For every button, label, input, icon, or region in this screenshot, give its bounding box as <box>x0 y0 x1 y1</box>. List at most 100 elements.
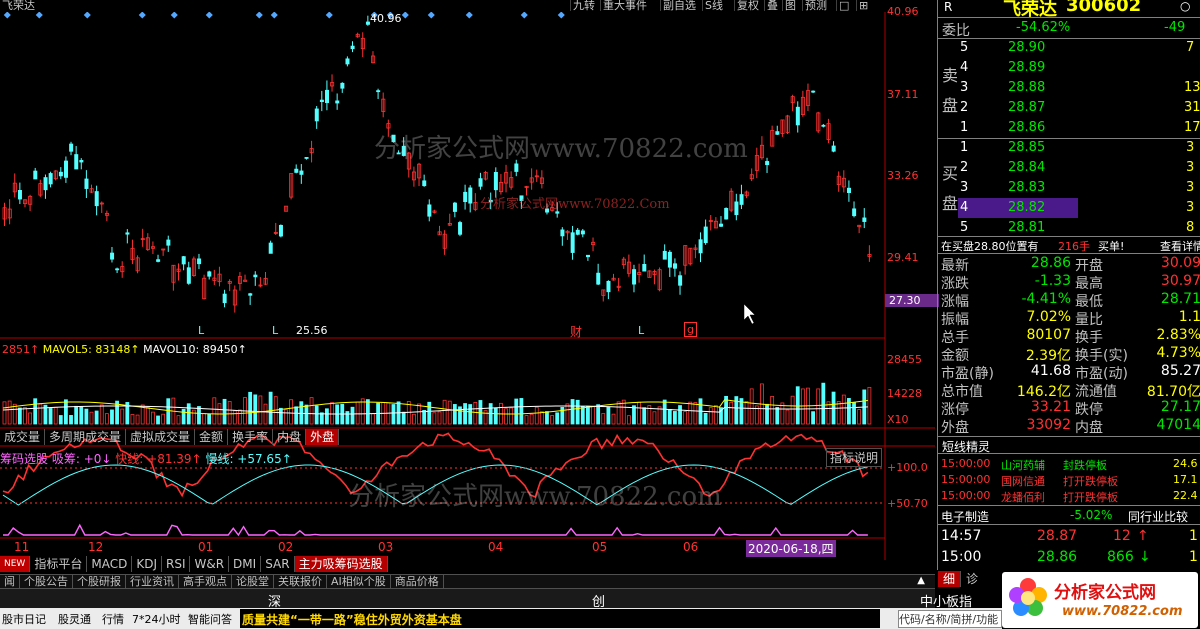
tab-wr[interactable]: W&R <box>190 556 230 572</box>
tab-multi-period-volume[interactable]: 多周期成交量 <box>45 429 127 445</box>
sell-row[interactable]: 2 28.87 31 <box>958 98 1200 118</box>
indicator-help-button[interactable]: 指标说明 <box>826 448 883 467</box>
toolbar-button-sline[interactable]: S线 <box>702 0 725 11</box>
volume-tabs: 成交量 多周期成交量 虚拟成交量 金额 换手率 内盘 外盘 <box>0 429 340 445</box>
marker-l[interactable]: L <box>272 324 278 337</box>
stock-header: R 飞荣达 300602 ○ <box>938 0 1200 20</box>
tab-main-force[interactable]: 主力吸筹码选股 <box>294 556 388 572</box>
volume-bar <box>770 395 775 425</box>
stock-genie-link[interactable]: 股灵通 <box>58 611 91 627</box>
toolbar-button-chart[interactable]: 图 <box>782 0 798 11</box>
search-icon[interactable]: ○ <box>1180 0 1190 13</box>
marker-finance[interactable]: 财 <box>570 323 582 340</box>
volume-bar <box>110 409 114 425</box>
quote-row: 外盘 33092 内盘 47014 <box>941 417 1200 436</box>
tab-outer[interactable]: 外盘 <box>306 429 340 445</box>
tab-kdj[interactable]: KDJ <box>132 556 162 572</box>
quote-label: 总手 <box>941 330 969 346</box>
tab-diagnose[interactable]: 诊 <box>960 571 983 587</box>
tab-virtual-volume[interactable]: 虚拟成交量 <box>126 429 196 445</box>
info-tab[interactable]: 论股堂 <box>232 575 274 589</box>
buy-label: 盘 <box>942 194 959 213</box>
tab-volume[interactable]: 成交量 <box>0 429 46 445</box>
tab-indicator-platform[interactable]: 指标平台 <box>30 556 88 572</box>
toolbar-button-overlay[interactable]: 叠 <box>764 0 780 11</box>
info-tab[interactable]: AI相似个股 <box>327 575 391 589</box>
tab-macd[interactable]: MACD <box>87 556 133 572</box>
buy-row[interactable]: 2 28.84 3 <box>958 158 1200 178</box>
marker-l[interactable]: L <box>638 324 644 337</box>
toolbar-button-forecast[interactable]: 预测 <box>802 0 829 11</box>
quote-value: 85.27 <box>1160 363 1200 379</box>
info-tab[interactable]: 个股公告 <box>20 575 73 589</box>
view-detail-link[interactable]: 查看详情 <box>1160 238 1200 254</box>
buy-row[interactable]: 5 28.81 8 <box>958 218 1200 238</box>
window-grid-icon[interactable]: ⊞ <box>856 0 870 11</box>
buy-row[interactable]: 1 28.85 3 <box>958 138 1200 158</box>
volume-bar <box>330 402 334 425</box>
quote-label: 总市值 <box>941 384 983 400</box>
candle-body <box>632 269 637 285</box>
sector-compare-button[interactable]: 同行业比较 <box>1128 508 1188 525</box>
buy-row[interactable]: 3 28.83 3 <box>958 178 1200 198</box>
r-label: R <box>944 0 953 14</box>
tab-detail[interactable]: 细 <box>938 571 961 587</box>
news-row[interactable]: 15:00:00 国网信通 打开跌停板 17.1 <box>941 473 1199 488</box>
buy-row-highlighted[interactable]: 4 28.82 <box>958 198 1078 218</box>
24h-news-link[interactable]: 7*24小时 <box>132 611 181 627</box>
toolbar-button-jiuzhuan[interactable]: 九转 <box>570 0 597 11</box>
toolbar-button-restore[interactable]: 复权 <box>734 0 761 11</box>
volume-bar <box>596 404 601 425</box>
sell-row[interactable]: 1 28.86 17 <box>958 118 1200 138</box>
time-axis-label: 04 <box>488 540 504 554</box>
expand-icon[interactable]: ▲ <box>917 575 925 586</box>
quote-label: 换手 <box>1075 330 1103 346</box>
sell-row[interactable]: 5 28.90 7 <box>958 38 1200 58</box>
low-price-label: 25.56 <box>296 324 328 337</box>
tab-rsi[interactable]: RSI <box>162 556 191 572</box>
news-row[interactable]: 15:00:00 山河药辅 封跌停板 24.6 <box>941 457 1199 472</box>
candle-body <box>335 100 340 104</box>
info-tab[interactable]: 高手观点 <box>179 575 232 589</box>
volume-bar <box>514 398 519 425</box>
sell-row[interactable]: 4 28.89 <box>958 58 1200 78</box>
quotes-link[interactable]: 行情 <box>102 611 124 627</box>
marker-l[interactable]: L <box>198 324 204 337</box>
volume-bar <box>350 406 355 425</box>
event-diamond-icon <box>465 11 473 19</box>
volume-bar <box>452 404 457 425</box>
info-tab[interactable]: 闻 <box>0 575 20 589</box>
info-tab[interactable]: 商品价格 <box>391 575 444 589</box>
candle-body <box>376 90 381 93</box>
tab-dmi[interactable]: DMI <box>229 556 262 572</box>
info-tab[interactable]: 个股研报 <box>73 575 126 589</box>
qa-link[interactable]: 智能问答 <box>188 611 232 627</box>
info-tab[interactable]: 关联报价 <box>274 575 327 589</box>
toolbar-button-events[interactable]: 重大事件 <box>600 0 649 11</box>
stock-diary-link[interactable]: 股市日记 <box>2 611 46 627</box>
watermark: 分析家公式网www.70822.com <box>374 134 748 164</box>
volume-value: 2851↑ <box>2 343 40 356</box>
info-tab[interactable]: 行业资讯 <box>126 575 179 589</box>
toolbar-button-subselect[interactable]: 副自选 <box>660 0 698 11</box>
volume-bar <box>325 408 329 425</box>
search-input[interactable]: 代码/名称/简拼/功能 <box>898 610 1002 628</box>
tab-inner[interactable]: 内盘 <box>273 429 307 445</box>
news-ticker[interactable]: 质量共建“一带一路”稳住外贸外资基本盘 <box>240 609 880 628</box>
quote-value: 80107 <box>1026 327 1071 343</box>
quote-label: 市盈(静) <box>941 366 994 382</box>
time-axis-label: 01 <box>198 540 214 554</box>
tab-amount[interactable]: 金额 <box>195 429 229 445</box>
volume-bar <box>222 398 227 425</box>
tab-turnover[interactable]: 换手率 <box>228 429 274 445</box>
candle-body <box>181 256 186 265</box>
volume-bar <box>89 411 94 425</box>
quote-row: 涨停 33.21 跌停 27.17 <box>941 399 1200 418</box>
marker-g[interactable]: g <box>684 322 697 337</box>
volume-bar <box>263 403 268 425</box>
window-restore-icon[interactable]: □ <box>836 0 851 11</box>
volume-bar <box>79 406 84 425</box>
news-row[interactable]: 15:00:00 龙蟠佰利 打开跌停板 22.4 <box>941 489 1199 504</box>
sell-row[interactable]: 3 28.88 13 <box>958 78 1200 98</box>
tab-sar[interactable]: SAR <box>261 556 295 572</box>
